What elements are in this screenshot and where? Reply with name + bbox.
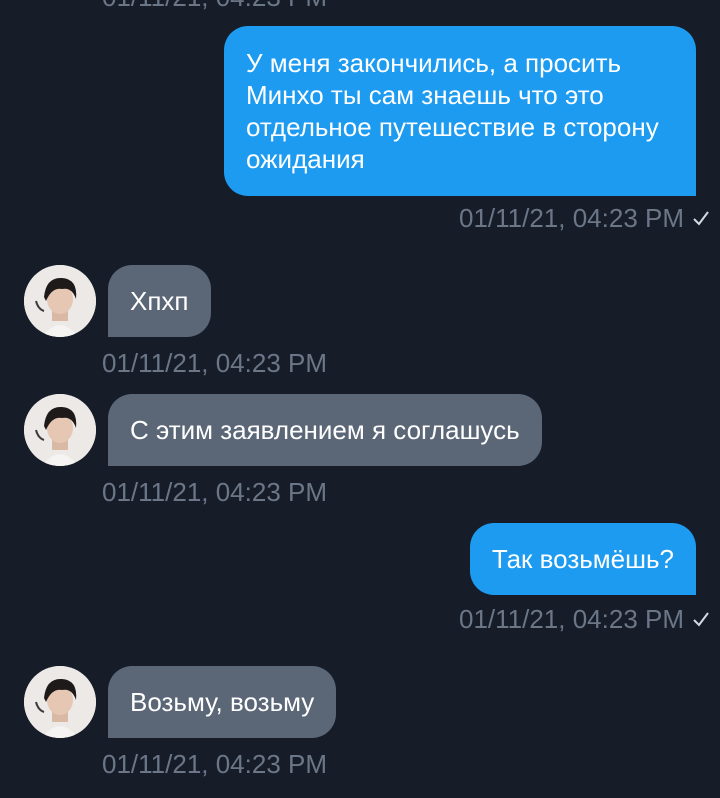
message-text: Хпхп: [130, 286, 189, 316]
message-timestamp: 01/11/21, 04:23 PM: [102, 477, 328, 507]
avatar[interactable]: [24, 394, 96, 466]
message-text: Так возьмёшь?: [491, 544, 674, 574]
avatar[interactable]: [24, 666, 96, 738]
checkmark-icon: [693, 211, 709, 226]
avatar[interactable]: [24, 265, 96, 337]
message-bubble-outgoing[interactable]: Так возьмёшь?: [469, 523, 696, 595]
message-timestamp: 01/11/21, 04:23 PM: [102, 749, 328, 779]
message-text: С этим заявлением я соглашусь: [130, 415, 520, 445]
message-bubble-incoming[interactable]: Возьму, возьму: [108, 666, 337, 738]
timestamp-top-partial: 01/11/21, 04:23 PM: [102, 0, 327, 10]
message-timestamp: 01/11/21, 04:23 PM: [102, 348, 328, 378]
message-text: У меня закончились, а просить Минхо ты с…: [246, 48, 659, 174]
message-timestamp: 01/11/21, 04:23 PM: [458, 203, 684, 233]
message-text: Возьму, возьму: [130, 687, 315, 717]
checkmark-icon: [693, 612, 709, 627]
message-bubble-outgoing[interactable]: У меня закончились, а просить Минхо ты с…: [224, 26, 696, 196]
message-bubble-incoming[interactable]: Хпхп: [108, 265, 211, 337]
message-timestamp: 01/11/21, 04:23 PM: [458, 604, 684, 634]
message-bubble-incoming[interactable]: С этим заявлением я соглашусь: [108, 394, 542, 466]
